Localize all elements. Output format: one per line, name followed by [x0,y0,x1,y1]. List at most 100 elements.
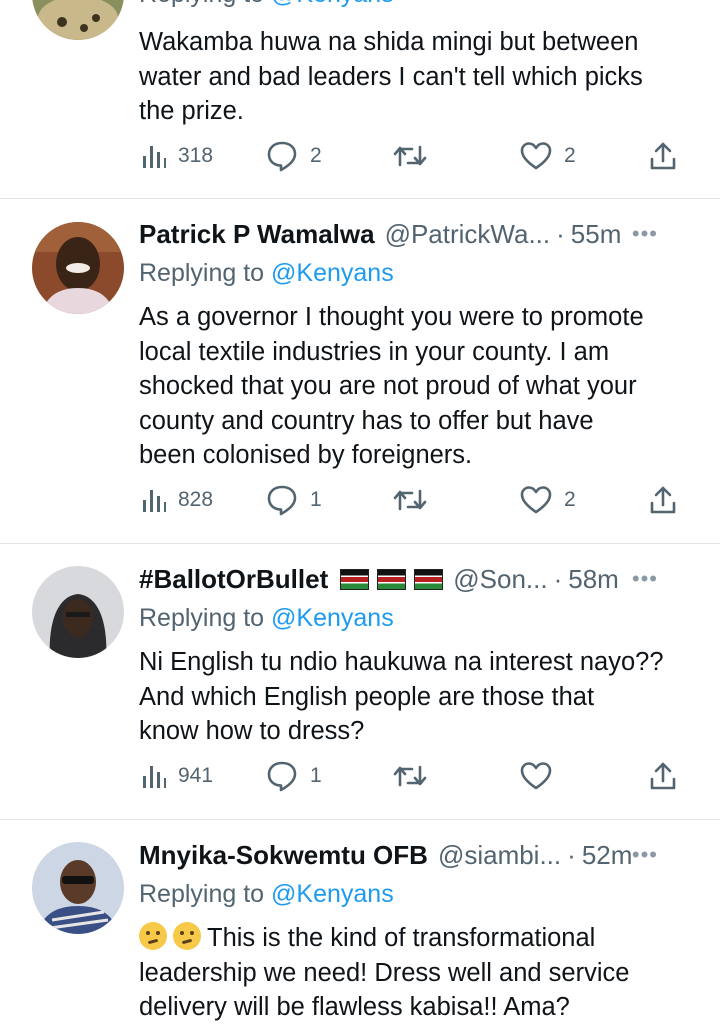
tweet-text-line: Wakamba huwa na shida mingi but between [139,28,639,56]
views-count: 318 [178,144,214,167]
kenya-flag-icon [414,568,444,590]
username-handle[interactable]: @siambi... [438,840,561,871]
retweet-icon [393,145,427,167]
reply-bubble-icon [267,485,297,516]
views-button[interactable]: 941 [140,759,213,793]
more-options-icon[interactable]: ••• [632,566,658,592]
action-bar: 941 1 [140,759,685,793]
tweet-text-line: This is the kind of transformational [207,924,596,952]
tweet-text-line: delivery will be flawless kabisa!! Ama? [139,993,570,1021]
tweet-text-line: the prize. [139,97,244,125]
tweet-text-line: As a governor I thought you were to prom… [139,303,644,331]
username-handle[interactable]: @Son... [453,564,547,595]
tweet-card[interactable]: Patrick P Wamalwa @PatrickWa... · 55m ••… [0,199,720,544]
share-button[interactable] [648,483,678,517]
retweet-button[interactable] [392,139,440,173]
share-button[interactable] [648,139,678,173]
action-bar: 828 1 2 [140,483,685,517]
replying-prefix: Replying to [139,0,264,8]
like-button[interactable]: 2 [520,139,576,173]
likes-count: 2 [564,144,576,167]
tweet-text-line: shocked that you are not proud of what y… [139,372,637,400]
avatar[interactable] [32,0,124,40]
avatar-image [32,566,124,658]
reply-button[interactable]: 2 [266,139,322,173]
replying-handle-link[interactable]: @Kenyans [271,880,394,908]
replying-prefix: Replying to [139,880,265,908]
share-icon [650,142,676,170]
tweet-text-line: And which English people are those that [139,682,595,711]
timestamp[interactable]: 55m [571,219,622,250]
retweet-icon [393,765,427,787]
retweet-button[interactable] [392,759,440,793]
heart-icon [520,142,552,170]
avatar[interactable] [32,222,124,314]
username-handle[interactable]: @PatrickWa... [385,219,551,250]
replying-to: Replying to @Kenyans [139,0,394,9]
tweet-card[interactable]: Replying to @Kenyans Wakamba huwa na shi… [0,0,720,199]
replying-prefix: Replying to [139,604,265,632]
tweet-text-line: Ni English tu ndio haukuwa na interest n… [139,648,664,676]
avatar-image [32,222,124,314]
replying-to: Replying to @Kenyans [139,259,394,288]
thinking-face-emoji [173,922,201,950]
like-button[interactable]: 2 [520,483,576,517]
more-options-icon[interactable]: ••• [632,842,658,868]
replying-handle-link[interactable]: @Kenyans [271,0,394,8]
tweet-text: This is the kind of transformational lea… [139,921,699,1025]
tweet-card[interactable]: #BallotOrBullet @Son... · 58m ••• Replyi… [0,544,720,820]
heart-icon [520,486,552,514]
tweet-text-line: county and country has to offer but have [139,406,594,435]
avatar[interactable] [32,842,124,934]
tweet-text-line: local textile industries in your county.… [139,337,610,366]
share-icon [650,762,676,790]
tweet-text-line: leadership we need! Dress well and servi… [139,958,630,987]
share-icon [650,486,676,514]
replying-to: Replying to @Kenyans [139,880,394,909]
timestamp[interactable]: 58m [568,564,619,595]
more-options-icon[interactable]: ••• [632,221,658,247]
separator-dot: · [556,218,565,249]
avatar-image [32,0,124,40]
reply-button[interactable]: 1 [266,483,322,517]
replying-to: Replying to @Kenyans [139,604,394,633]
tweet-text: Wakamba huwa na shida mingi but between … [139,25,699,129]
tweet-text: Ni English tu ndio haukuwa na interest n… [139,645,709,749]
action-bar: 318 2 2 [140,139,685,173]
separator-dot: · [553,563,563,594]
replying-handle-link[interactable]: @Kenyans [271,604,394,632]
retweet-button[interactable] [392,483,440,517]
display-name[interactable]: #BallotOrBullet [139,564,328,595]
timestamp[interactable]: 52m [582,840,633,871]
replying-handle-link[interactable]: @Kenyans [271,259,394,287]
reply-button[interactable]: 1 [266,759,322,793]
replies-count: 1 [310,488,322,511]
analytics-icon [143,766,166,788]
replying-prefix: Replying to [139,259,265,287]
views-count: 828 [178,488,214,511]
tweet-text-line: been colonised by foreigners. [139,441,473,469]
tweet-header: Mnyika-Sokwemtu OFB @siambi... · 52m ••• [139,840,690,870]
analytics-icon [143,146,166,168]
share-button[interactable] [648,759,678,793]
retweet-icon [393,489,427,511]
avatar[interactable] [32,566,124,658]
likes-count: 2 [564,488,576,511]
views-button[interactable]: 318 [140,139,213,173]
tweet-text: As a governor I thought you were to prom… [139,300,699,473]
like-button[interactable] [520,759,564,793]
tweet-text-line: water and bad leaders I can't tell which… [139,62,643,91]
kenya-flag-icon [340,568,370,590]
reply-bubble-icon [267,761,297,792]
separator-dot: · [567,839,576,870]
tweet-text-line-1: This is the kind of transformational [139,921,699,956]
views-button[interactable]: 828 [140,483,213,517]
display-name[interactable]: Patrick P Wamalwa [139,219,375,250]
analytics-icon [143,490,166,512]
views-count: 941 [178,764,214,787]
tweet-header: #BallotOrBullet @Son... · 58m ••• [139,564,690,594]
tweet-text-line: know how to dress? [139,717,365,745]
tweet-card[interactable]: Mnyika-Sokwemtu OFB @siambi... · 52m •••… [0,820,720,1027]
display-name[interactable]: Mnyika-Sokwemtu OFB [139,840,428,871]
avatar-image [32,842,124,934]
